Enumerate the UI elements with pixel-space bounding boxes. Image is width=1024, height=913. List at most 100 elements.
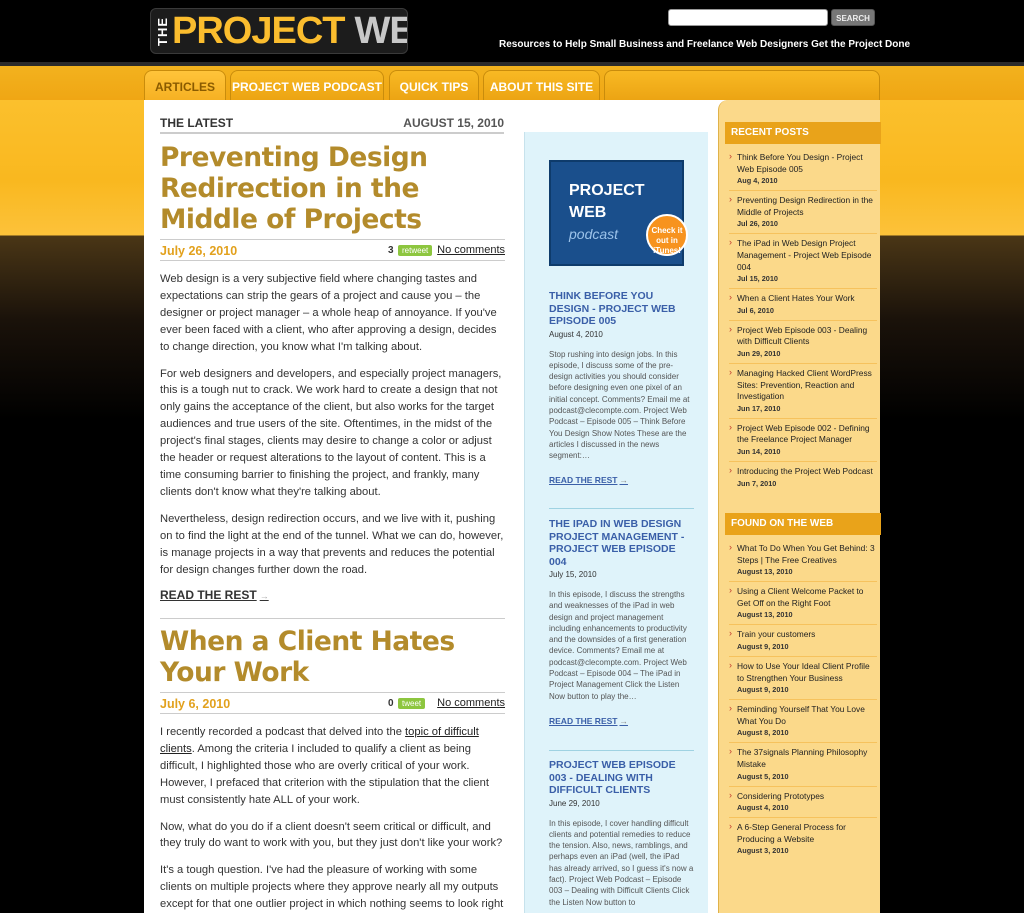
site-tagline: Resources to Help Small Business and Fre… [499, 39, 911, 50]
post-meta: July 26, 2010 3 retweet No comments [160, 239, 505, 261]
podcast-banner-line1: PROJECT [569, 182, 645, 199]
found-link[interactable]: How to Use Your Ideal Client Profile to … [737, 661, 877, 684]
found-link[interactable]: Reminding Yourself That You Love What Yo… [737, 704, 877, 727]
post-meta: July 6, 2010 0 tweet No comments [160, 692, 505, 714]
list-item: The iPad in Web Design Project Managemen… [729, 237, 877, 290]
podcast-post-title[interactable]: THINK BEFORE YOU DESIGN - PROJECT WEB EP… [549, 290, 694, 328]
list-item: When a Client Hates Your WorkJul 6, 2010 [729, 292, 877, 321]
podcast-post: THE IPAD IN WEB DESIGN PROJECT MANAGEMEN… [549, 518, 694, 729]
post-date: July 26, 2010 [160, 244, 238, 258]
found-on-web-heading: FOUND ON THE WEB [725, 513, 881, 535]
post-title[interactable]: Preventing Design Redirection in the Mid… [160, 142, 505, 235]
recent-post-link[interactable]: Project Web Episode 002 - Defining the F… [737, 423, 877, 446]
found-date: August 4, 2010 [737, 803, 789, 813]
search-button[interactable]: SEARCH [831, 9, 875, 26]
main-nav: ARTICLES PROJECT WEB PODCAST QUICK TIPS … [0, 70, 1024, 100]
read-more-link[interactable]: READ THE REST → [549, 475, 628, 485]
recent-post-date: Jul 26, 2010 [737, 219, 778, 229]
read-more-label: READ THE REST [549, 715, 618, 726]
post-date: July 6, 2010 [160, 697, 231, 711]
found-on-web-list: What To Do When You Get Behind: 3 Steps … [729, 542, 877, 864]
recent-post-date: Jun 17, 2010 [737, 403, 781, 413]
post-paragraph: Nevertheless, design redirection occurs,… [160, 512, 504, 576]
read-more-link[interactable]: READ THE REST → [549, 716, 628, 726]
podcast-post-excerpt: Stop rushing into design jobs. In this e… [549, 349, 690, 461]
site-logo[interactable]: THE PROJECT WEB [150, 8, 408, 54]
recent-post-date: Aug 4, 2010 [737, 176, 778, 186]
blog-post: Preventing Design Redirection in the Mid… [160, 142, 505, 604]
found-date: August 13, 2010 [737, 610, 793, 620]
podcast-post-title[interactable]: PROJECT WEB EPISODE 003 - DEALING WITH D… [549, 759, 694, 797]
right-sidebar: RECENT POSTS Think Before You Design - P… [718, 100, 881, 913]
podcast-post: THINK BEFORE YOU DESIGN - PROJECT WEB EP… [549, 290, 694, 488]
read-more-label: READ THE REST [160, 588, 257, 603]
podcast-banner-line3: podcast [569, 226, 619, 242]
list-item: Think Before You Design - Project Web Ep… [729, 151, 877, 192]
podcast-post-title[interactable]: THE IPAD IN WEB DESIGN PROJECT MANAGEMEN… [549, 518, 694, 568]
post-paragraph: Now, what do you do if a client doesn't … [160, 820, 503, 850]
recent-posts-list: Think Before You Design - Project Web Ep… [729, 151, 877, 497]
list-item: Train your customersAugust 9, 2010 [729, 628, 877, 657]
recent-post-link[interactable]: Project Web Episode 003 - Dealing with D… [737, 325, 877, 348]
post-paragraph: It's a tough question. I've had the plea… [160, 864, 504, 911]
found-link[interactable]: The 37signals Planning Philosophy Mistak… [737, 747, 877, 770]
search-input[interactable] [668, 9, 828, 26]
recent-post-link[interactable]: Preventing Design Redirection in the Mid… [737, 195, 877, 218]
retweet-button[interactable]: retweet [398, 245, 433, 256]
section-date: AUGUST 15, 2010 [403, 116, 504, 130]
tab-quick-tips[interactable]: QUICK TIPS [389, 70, 479, 100]
list-item: A 6-Step General Process for Producing a… [729, 821, 877, 860]
podcast-post-excerpt: In this episode, I cover handling diffic… [549, 818, 694, 907]
logo-the: THE [155, 16, 170, 46]
found-date: August 8, 2010 [737, 728, 789, 738]
post-title[interactable]: When a Client Hates Your Work [160, 626, 505, 688]
list-item: Reminding Yourself That You Love What Yo… [729, 703, 877, 744]
comments-link[interactable]: No comments [437, 697, 505, 709]
found-link[interactable]: Using a Client Welcome Packet to Get Off… [737, 586, 877, 609]
podcast-banner-line2: WEB [569, 204, 607, 221]
post-divider [549, 750, 694, 751]
post-paragraph: I recently recorded a podcast that delve… [160, 724, 505, 809]
recent-post-link[interactable]: The iPad in Web Design Project Managemen… [737, 238, 877, 273]
text-fragment: . Among the criteria I included to quali… [160, 742, 489, 806]
recent-post-link[interactable]: When a Client Hates Your Work [737, 293, 877, 305]
logo-project: PROJECT [172, 9, 345, 52]
list-item: Project Web Episode 003 - Dealing with D… [729, 324, 877, 364]
recent-post-link[interactable]: Introducing the Project Web Podcast [737, 466, 877, 478]
list-item: Managing Hacked Client WordPress Sites: … [729, 367, 877, 419]
recent-post-link[interactable]: Think Before You Design - Project Web Ep… [737, 152, 877, 175]
tab-articles[interactable]: ARTICLES [144, 70, 226, 100]
comments-link[interactable]: No comments [437, 244, 505, 256]
tweet-count: 0 [388, 698, 394, 709]
tweet-button[interactable]: tweet [398, 698, 426, 709]
found-link[interactable]: What To Do When You Get Behind: 3 Steps … [737, 543, 877, 566]
arrow-right-icon: → [259, 591, 269, 602]
podcast-post-date: July 15, 2010 [549, 570, 597, 579]
podcast-column: PROJECT WEB podcast Check it out in iTun… [524, 132, 708, 913]
tab-podcast[interactable]: PROJECT WEB PODCAST [230, 70, 384, 100]
recent-post-date: Jun 7, 2010 [737, 478, 777, 488]
list-item: The 37signals Planning Philosophy Mistak… [729, 746, 877, 787]
tab-about[interactable]: ABOUT THIS SITE [483, 70, 600, 100]
podcast-post-date: June 29, 2010 [549, 798, 600, 808]
found-link[interactable]: Considering Prototypes [737, 791, 877, 803]
found-link[interactable]: A 6-Step General Process for Producing a… [737, 822, 877, 845]
blog-post: When a Client Hates Your Work July 6, 20… [160, 626, 505, 913]
latest-bar: THE LATEST AUGUST 15, 2010 [160, 116, 504, 134]
list-item: How to Use Your Ideal Client Profile to … [729, 660, 877, 701]
recent-post-link[interactable]: Managing Hacked Client WordPress Sites: … [737, 368, 877, 403]
arrow-right-icon: → [619, 715, 628, 726]
podcast-post-date: August 4, 2010 [549, 329, 603, 339]
itunes-badge[interactable]: Check it out in iTunes! [646, 214, 688, 256]
found-date: August 13, 2010 [737, 567, 793, 577]
recent-post-date: Jun 29, 2010 [737, 348, 781, 358]
arrow-right-icon: → [619, 475, 628, 486]
read-more-link[interactable]: READ THE REST → [160, 588, 269, 602]
list-item: Preventing Design Redirection in the Mid… [729, 194, 877, 235]
recent-post-date: Jun 14, 2010 [737, 446, 781, 456]
recent-post-date: Jul 6, 2010 [737, 305, 774, 315]
list-item: Using a Client Welcome Packet to Get Off… [729, 585, 877, 626]
podcast-banner[interactable]: PROJECT WEB podcast Check it out in iTun… [549, 160, 688, 266]
post-divider [160, 618, 505, 619]
found-link[interactable]: Train your customers [737, 629, 877, 641]
